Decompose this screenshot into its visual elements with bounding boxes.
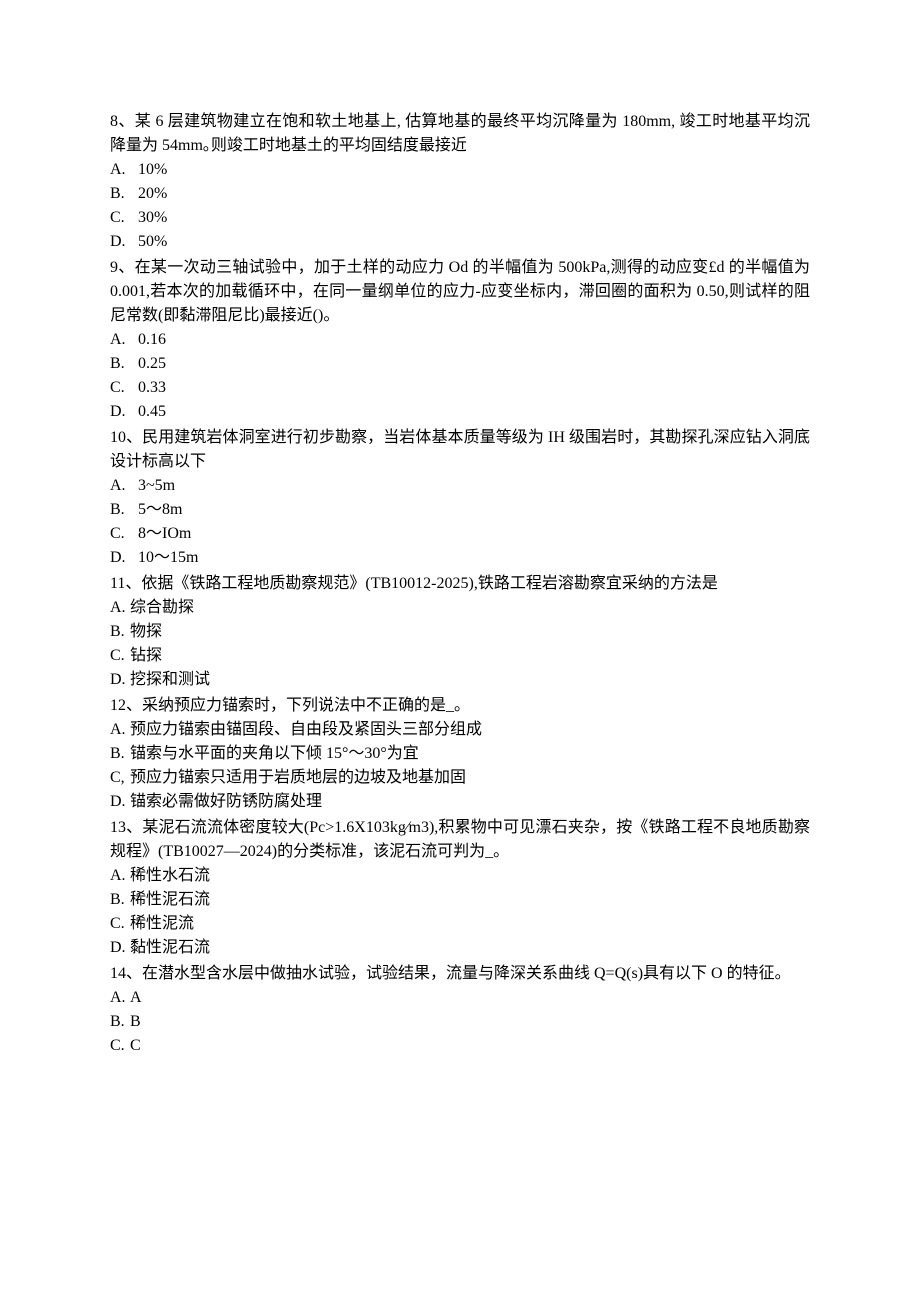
question-text: 13、某泥石流流体密度较大(Pc>1.6X103kg⁄m3),积累物中可见漂石夹… [110,816,810,864]
choice-text: 0.25 [138,355,166,372]
choice-label: A. [110,158,130,182]
choice-text: 预应力锚索由锚固段、自由段及紧固头三部分组成 [130,721,482,738]
choice-label: B. [110,742,130,766]
choice-A: A. 3~5m [110,474,810,498]
choice-text: 预应力锚索只适用于岩质地层的边坡及地基加固 [130,769,466,786]
question-text: 12、采纳预应力锚索时，下列说法中不正确的是_。 [110,694,810,718]
choice-D: D.黏性泥石流 [110,936,810,960]
choice-label: C. [110,644,130,668]
choice-text: 5～8m [138,501,182,518]
choice-D: D. 50% [110,230,810,254]
choice-text: 物探 [130,623,162,640]
choice-label: C. [110,522,130,546]
choice-A: A.A [110,986,810,1010]
choice-label: B. [110,498,130,522]
choice-B: B. 20% [110,182,810,206]
choice-A: A.综合勘探 [110,596,810,620]
choice-label: A. [110,986,130,1010]
question-text: 8、某 6 层建筑物建立在饱和软土地基上, 估算地基的最终平均沉降量为 180m… [110,110,810,158]
choice-text: C [130,1037,141,1054]
choice-text: 20% [138,185,167,202]
question-8: 8、某 6 层建筑物建立在饱和软土地基上, 估算地基的最终平均沉降量为 180m… [110,110,810,254]
question-text: 14、在潜水型含水层中做抽水试验，试验结果，流量与降深关系曲线 Q=Q(s)具有… [110,962,810,986]
choice-label: B. [110,620,130,644]
choice-label: B. [110,182,130,206]
choice-B: B. 5～8m [110,498,810,522]
choice-label: A. [110,864,130,888]
choice-B: B.B [110,1010,810,1034]
choice-D: D.挖探和测试 [110,668,810,692]
choice-label: D. [110,936,130,960]
question-11: 11、依据《铁路工程地质勘察规范》(TB10012-2025),铁路工程岩溶勘察… [110,572,810,692]
choice-B: B.稀性泥石流 [110,888,810,912]
choice-text: 钻探 [130,647,162,664]
choice-text: 稀性泥流 [130,915,194,932]
choice-C: C. 30% [110,206,810,230]
choice-label: B. [110,1010,130,1034]
choice-A: A.预应力锚索由锚固段、自由段及紧固头三部分组成 [110,718,810,742]
choice-text: 挖探和测试 [130,671,210,688]
choice-text: 综合勘探 [130,599,194,616]
choice-text: 50% [138,233,167,250]
choice-label: B. [110,888,130,912]
choice-label: C. [110,912,130,936]
choice-A: A.稀性水石流 [110,864,810,888]
choice-text: 稀性水石流 [130,867,210,884]
choice-text: 锚索必需做好防锈防腐处理 [130,793,322,810]
choice-text: 黏性泥石流 [130,939,210,956]
question-text: 10、民用建筑岩体洞室进行初步勘察，当岩体基本质量等级为 IH 级围岩时，其勘探… [110,426,810,474]
question-10: 10、民用建筑岩体洞室进行初步勘察，当岩体基本质量等级为 IH 级围岩时，其勘探… [110,426,810,570]
choice-label: D. [110,400,130,424]
question-13: 13、某泥石流流体密度较大(Pc>1.6X103kg⁄m3),积累物中可见漂石夹… [110,816,810,960]
choice-label: C. [110,206,130,230]
choice-B: B.锚索与水平面的夹角以下倾 15°～30°为宜 [110,742,810,766]
choice-label: C. [110,1034,130,1058]
choice-text: 0.33 [138,379,166,396]
choice-text: 3~5m [138,477,175,494]
question-14: 14、在潜水型含水层中做抽水试验，试验结果，流量与降深关系曲线 Q=Q(s)具有… [110,962,810,1058]
choice-label: A. [110,474,130,498]
choice-label: A. [110,718,130,742]
choice-C: C. 0.33 [110,376,810,400]
choice-D: D.锚索必需做好防锈防腐处理 [110,790,810,814]
choice-label: D. [110,230,130,254]
choice-label: A. [110,596,130,620]
question-text: 9、在某一次动三轴试验中，加于土样的动应力 Od 的半幅值为 500kPa,测得… [110,256,810,328]
choice-text: 稀性泥石流 [130,891,210,908]
choice-label: D. [110,790,130,814]
choice-D: D. 0.45 [110,400,810,424]
choice-C: C.C [110,1034,810,1058]
choice-B: B. 0.25 [110,352,810,376]
choice-text: 10% [138,161,167,178]
choice-text: 8～IOm [138,525,191,542]
choice-text: 10～15m [138,549,198,566]
choice-C: C,预应力锚索只适用于岩质地层的边坡及地基加固 [110,766,810,790]
question-text: 11、依据《铁路工程地质勘察规范》(TB10012-2025),铁路工程岩溶勘察… [110,572,810,596]
choice-A: A. 0.16 [110,328,810,352]
choice-label: B. [110,352,130,376]
question-9: 9、在某一次动三轴试验中，加于土样的动应力 Od 的半幅值为 500kPa,测得… [110,256,810,424]
choice-C: C.钻探 [110,644,810,668]
choice-text: 0.16 [138,331,166,348]
choice-text: 30% [138,209,167,226]
choice-label: D. [110,546,130,570]
choice-B: B.物探 [110,620,810,644]
choice-text: 0.45 [138,403,166,420]
choice-C: C. 8～IOm [110,522,810,546]
choice-A: A. 10% [110,158,810,182]
choice-text: B [130,1013,141,1030]
choice-text: 锚索与水平面的夹角以下倾 15°～30°为宜 [130,745,419,762]
choice-label: D. [110,668,130,692]
choice-C: C.稀性泥流 [110,912,810,936]
question-12: 12、采纳预应力锚索时，下列说法中不正确的是_。A.预应力锚索由锚固段、自由段及… [110,694,810,814]
choice-text: A [130,989,142,1006]
choice-label: A. [110,328,130,352]
choice-label: C, [110,766,130,790]
choice-D: D. 10～15m [110,546,810,570]
choice-label: C. [110,376,130,400]
